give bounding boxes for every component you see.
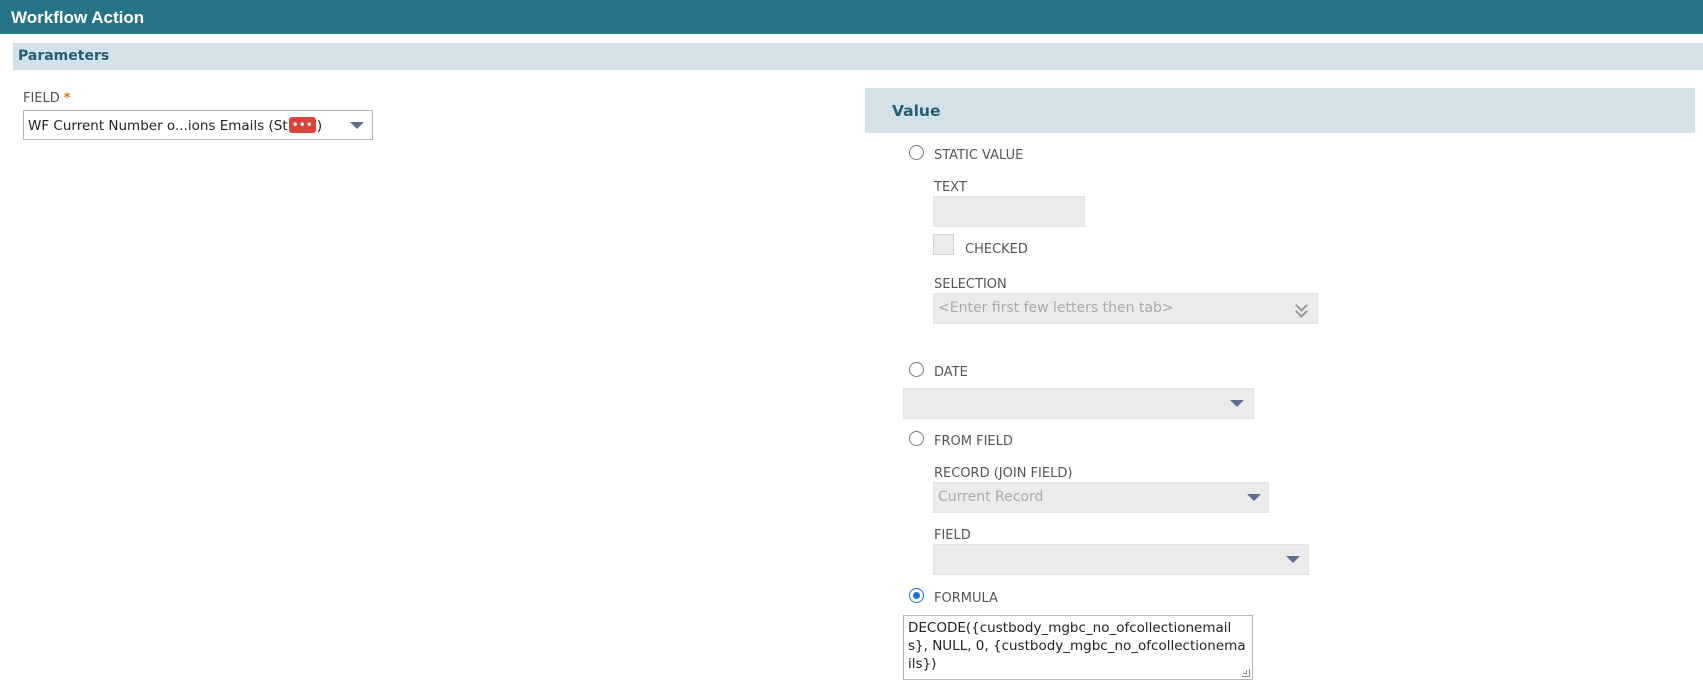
chevron-down-icon[interactable] bbox=[1247, 494, 1261, 501]
date-label: DATE bbox=[934, 365, 968, 380]
static-value-radio[interactable] bbox=[909, 145, 924, 160]
static-value-label: STATIC VALUE bbox=[934, 148, 1024, 163]
chevron-down-icon[interactable] bbox=[1286, 556, 1300, 563]
text-label: TEXT bbox=[934, 180, 967, 195]
selection-input[interactable]: <Enter first few letters then tab> bbox=[933, 293, 1318, 324]
formula-textarea[interactable]: DECODE({custbody_mgbc_no_ofcollectionema… bbox=[903, 615, 1253, 680]
field-select-value: WF Current Number o...ions Emails (St bbox=[28, 118, 288, 134]
checked-label: CHECKED bbox=[965, 242, 1028, 257]
from-field-field-label: FIELD bbox=[934, 528, 971, 543]
formula-text: DECODE({custbody_mgbc_no_ofcollectionema… bbox=[908, 620, 1246, 672]
text-input[interactable] bbox=[933, 196, 1085, 227]
record-join-field-select[interactable]: Current Record bbox=[933, 482, 1269, 513]
field-select[interactable]: WF Current Number o...ions Emails (St •••… bbox=[23, 110, 373, 140]
chevron-down-icon[interactable] bbox=[1230, 400, 1244, 407]
from-field-label: FROM FIELD bbox=[934, 434, 1013, 449]
selection-label: SELECTION bbox=[934, 277, 1007, 292]
field-label: FIELD * bbox=[23, 91, 71, 106]
window-title: Workflow Action bbox=[0, 0, 1703, 34]
redacted-badge: ••• bbox=[288, 117, 316, 133]
selection-placeholder: <Enter first few letters then tab> bbox=[938, 300, 1174, 316]
formula-radio[interactable] bbox=[909, 588, 924, 603]
value-section-header: Value bbox=[865, 88, 1695, 133]
from-field-field-value bbox=[934, 545, 1308, 551]
from-field-field-select[interactable] bbox=[933, 544, 1309, 575]
required-marker: * bbox=[63, 91, 71, 106]
parameters-section-header[interactable]: Parameters bbox=[13, 43, 1703, 70]
date-select[interactable] bbox=[903, 388, 1254, 419]
record-join-field-label: RECORD (JOIN FIELD) bbox=[934, 466, 1073, 481]
date-radio[interactable] bbox=[909, 362, 924, 377]
resize-handle-icon[interactable] bbox=[1242, 669, 1250, 677]
formula-label: FORMULA bbox=[934, 591, 998, 606]
checked-checkbox[interactable] bbox=[933, 234, 954, 255]
chevron-down-icon[interactable] bbox=[350, 122, 364, 129]
from-field-radio[interactable] bbox=[909, 431, 924, 446]
record-join-field-value: Current Record bbox=[938, 489, 1044, 505]
